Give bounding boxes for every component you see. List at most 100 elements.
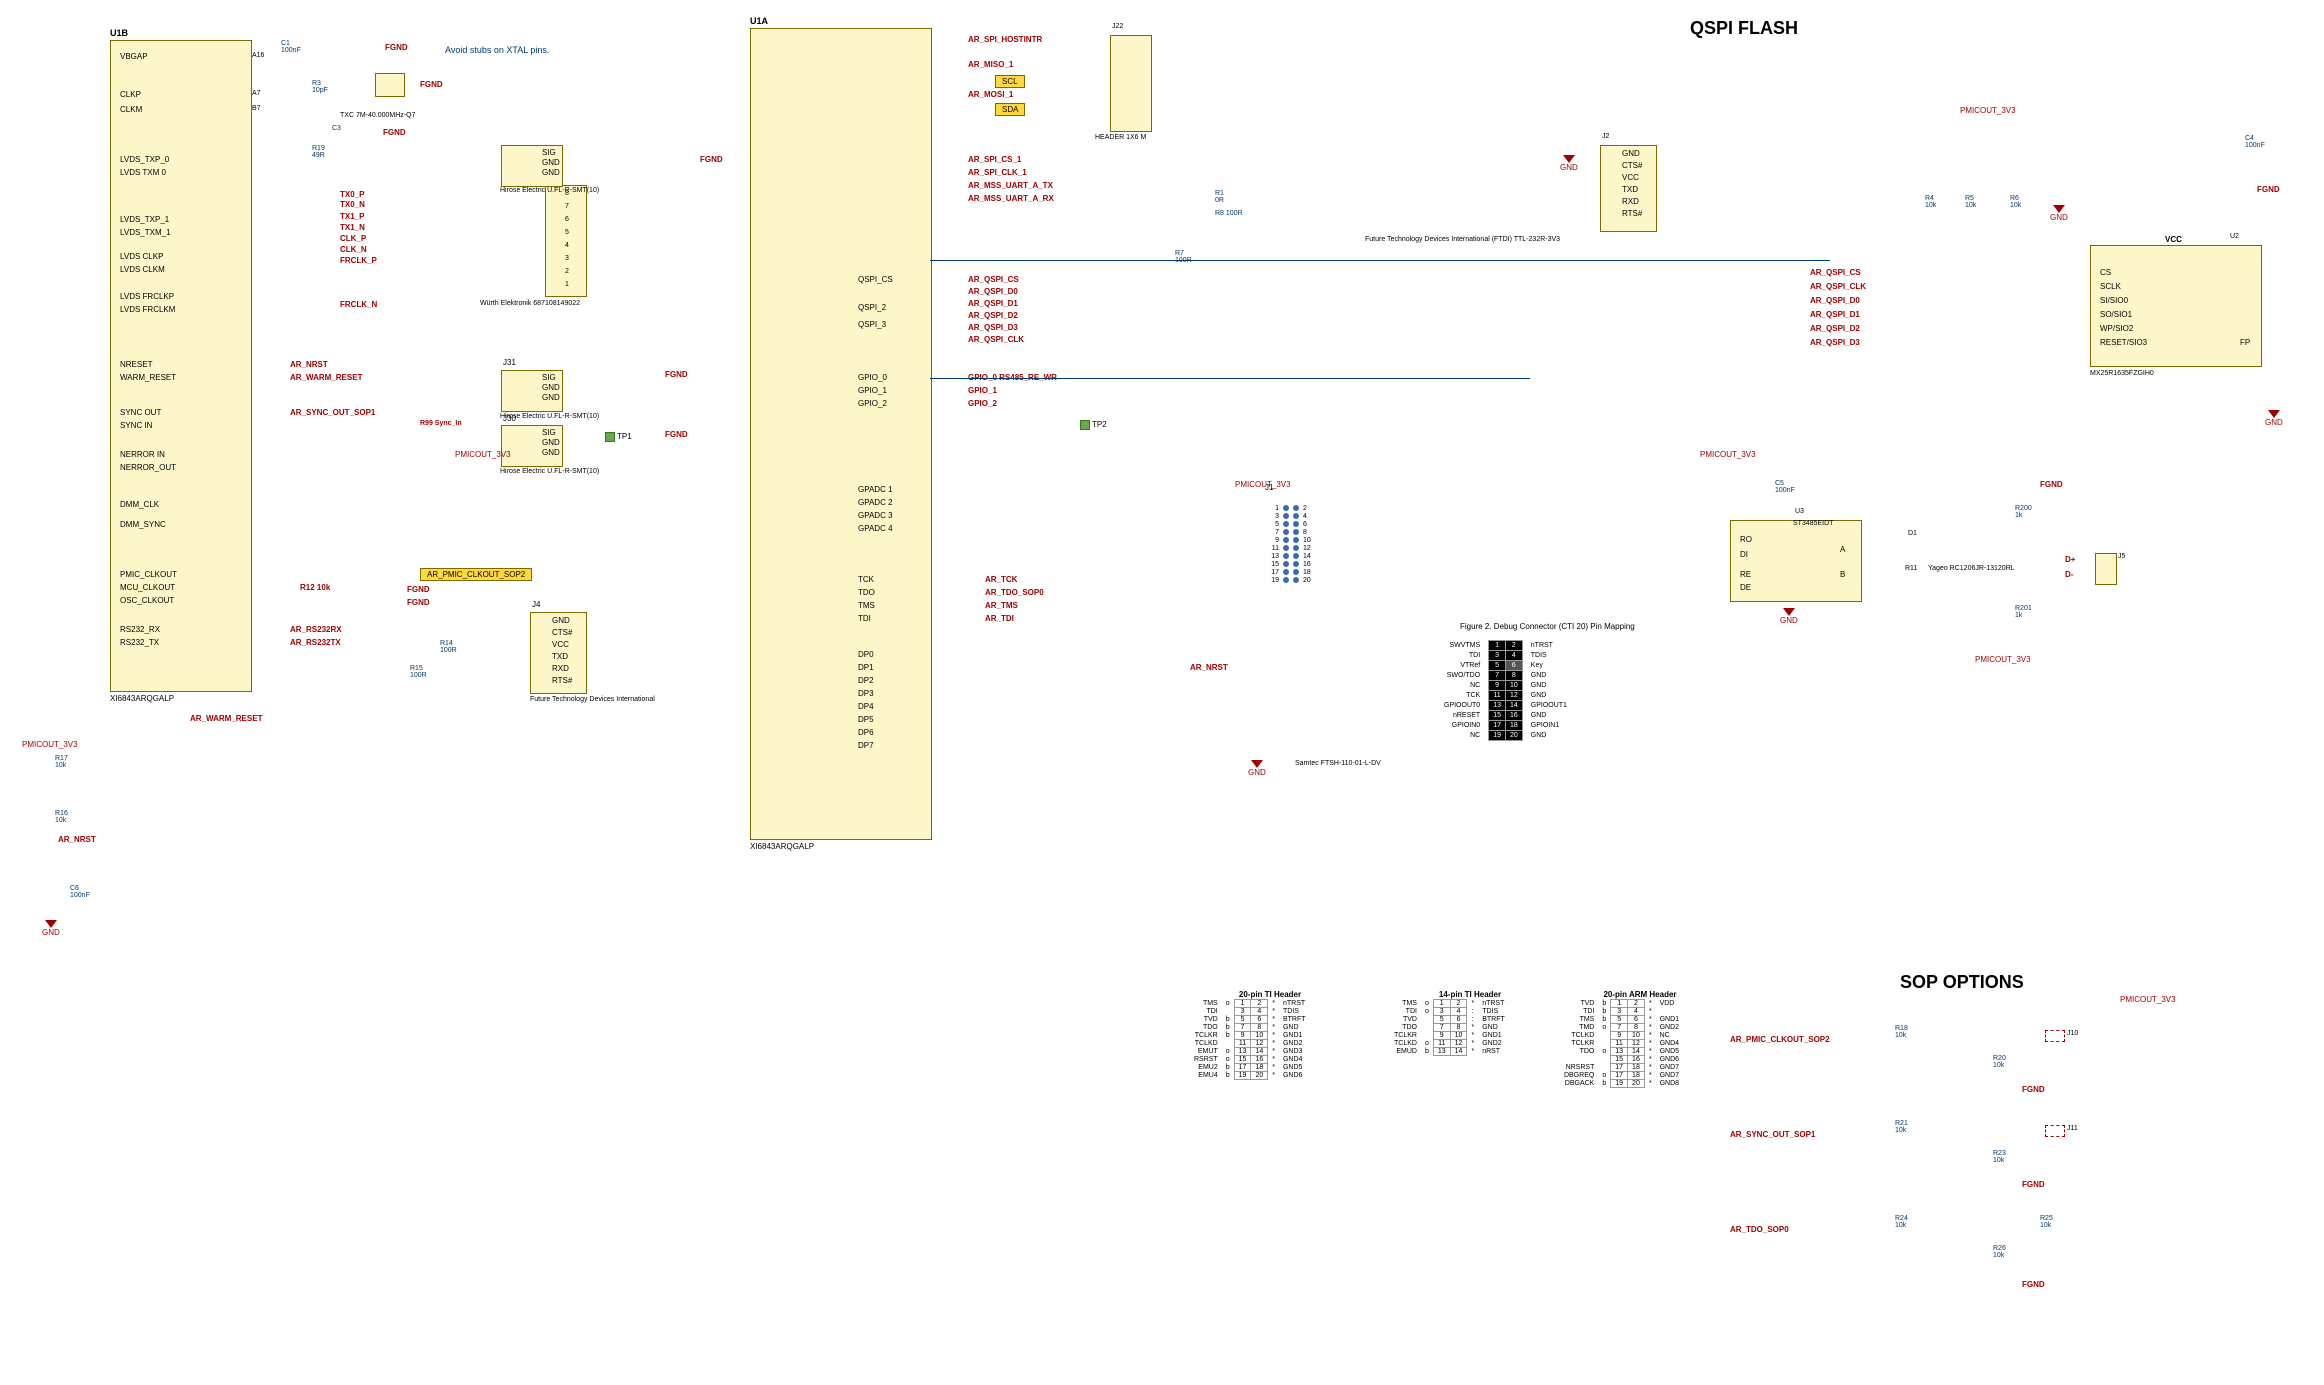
hdr-j4-ref: J4 bbox=[532, 600, 540, 609]
ufl-b-sig: SIG bbox=[542, 373, 556, 382]
pinmap-ti20-title: 20-pin TI Header bbox=[1190, 990, 1350, 999]
u1b-pin-lvdsclkm: LVDS CLKM bbox=[120, 265, 165, 274]
net-ar-warm: AR_WARM_RESET bbox=[290, 373, 362, 382]
cap-c6: C6100nF bbox=[70, 885, 90, 899]
res-r1: R10R bbox=[1215, 190, 1224, 204]
net-warm-reset2: AR_WARM_RESET bbox=[190, 714, 262, 723]
net-nrst: AR_NRST bbox=[1190, 663, 1228, 672]
net-frclkn: FRCLK_N bbox=[340, 300, 377, 309]
ufl-c-ref: J30 bbox=[503, 414, 516, 423]
sop-r20: R2010k bbox=[1993, 1055, 2006, 1069]
res-r14: R14100R bbox=[440, 640, 457, 654]
u1b-pin-nerrin: NERROR IN bbox=[120, 450, 165, 459]
net-qspi-cs: AR_QSPI_CS bbox=[968, 275, 1019, 284]
j4-part: Future Technology Devices International bbox=[530, 696, 655, 703]
net-miso: AR_MISO_1 bbox=[968, 60, 1013, 69]
net-tx0n: TX0_N bbox=[340, 200, 365, 209]
u1a-tck: TCK bbox=[858, 575, 874, 584]
xtal-part: TXC 7M-40.000MHz-Q7 bbox=[340, 112, 415, 119]
hdr-plvds-part: Würth Elektronik 687108149022 bbox=[480, 300, 580, 307]
u1b-pin-clkp: CLKP bbox=[120, 90, 141, 99]
net-dminus: D- bbox=[2065, 570, 2073, 579]
net-gpio1: GPIO_1 bbox=[968, 386, 997, 395]
ic-u1a bbox=[750, 28, 932, 840]
u1b-pin-lvdstxp1: LVDS_TXP_1 bbox=[120, 215, 169, 224]
ic-u1a-part: XI6843ARQGALP bbox=[750, 842, 814, 851]
sop-j10 bbox=[2045, 1030, 2065, 1042]
pwr-fgnd-uflc: FGND bbox=[665, 430, 688, 439]
net-r12: R12 10k bbox=[300, 583, 330, 592]
j2-ref: J2 bbox=[1602, 133, 1609, 140]
hdr-j5-ref: J5 bbox=[2118, 553, 2125, 560]
hdr-j1: J1 1234567891011121314151617181920 bbox=[1265, 495, 1335, 584]
sop-net0: AR_TDO_SOP0 bbox=[1730, 1225, 1789, 1234]
net-mosi: AR_MOSI_1 bbox=[968, 90, 1013, 99]
res-r19: R1949R bbox=[312, 145, 325, 159]
u1a-dp6: DP6 bbox=[858, 728, 874, 737]
u1a-dp1: DP1 bbox=[858, 663, 874, 672]
j1-row: 1920 bbox=[1265, 576, 1335, 584]
plvds-1: 1 bbox=[565, 281, 569, 288]
flash-part: MX25R1635FZGIH0 bbox=[2090, 370, 2154, 377]
flash-sio3: RESET/SIO3 bbox=[2100, 338, 2147, 347]
res-r5: R510k bbox=[1965, 195, 1976, 209]
net-qspi-d3: AR_QSPI_D3 bbox=[968, 323, 1018, 332]
u3-a: A bbox=[1840, 545, 1845, 554]
sop-r25: R2510k bbox=[2040, 1215, 2053, 1229]
j1-row: 12 bbox=[1265, 504, 1335, 512]
res-r200: R2001k bbox=[2015, 505, 2032, 519]
res-r7: R7100R bbox=[1175, 250, 1192, 264]
j2-cts: CTS# bbox=[1622, 161, 1642, 170]
u3-de: DE bbox=[1740, 583, 1751, 592]
cap-c4: C4100nF bbox=[2245, 135, 2265, 149]
ufl-a-gnd1: GND bbox=[542, 158, 560, 167]
j1-row: 56 bbox=[1265, 520, 1335, 528]
j1-row: 1516 bbox=[1265, 560, 1335, 568]
sop-j11 bbox=[2045, 1125, 2065, 1137]
plvds-3: 3 bbox=[565, 255, 569, 262]
net-clkn: CLK_N bbox=[340, 245, 367, 254]
pinmap-arm20: 20-pin ARM Header TVDb12*VDDTDIb34*TMSb5… bbox=[1560, 990, 1720, 1088]
net-spi-clk1: AR_SPI_CLK_1 bbox=[968, 168, 1027, 177]
net-gpio2: GPIO_2 bbox=[968, 399, 997, 408]
tp2-label: TP2 bbox=[1092, 420, 1107, 429]
j2-part: Future Technology Devices International … bbox=[1365, 236, 1560, 243]
u1a-qspi-2: QSPI_2 bbox=[858, 303, 886, 312]
net-sda: SDA bbox=[995, 103, 1025, 116]
sop-r24: R2410k bbox=[1895, 1215, 1908, 1229]
u1a-qspi-3: QSPI_3 bbox=[858, 320, 886, 329]
plvds-7: 7 bbox=[565, 203, 569, 210]
ufl-b-gnd1: GND bbox=[542, 383, 560, 392]
ic-flash bbox=[2090, 245, 2262, 367]
flnet-clk: AR_QSPI_CLK bbox=[1810, 282, 1866, 291]
pwr-fgnd-sop3: FGND bbox=[2022, 1280, 2045, 1289]
plvds-6: 6 bbox=[565, 216, 569, 223]
debug-conn-table: SWVTMS12nTRSTTDI34TDISVTRef56KeySWO/TDO7… bbox=[1440, 640, 1571, 741]
u1b-pin-oscclkout: OSC_CLKOUT bbox=[120, 596, 174, 605]
pwr-fgnd-3: FGND bbox=[407, 598, 430, 607]
pwr-pmic-u3: PMICOUT_3V3 bbox=[1700, 450, 1756, 459]
pwr-pmic-u3b: PMICOUT_3V3 bbox=[1975, 655, 2031, 664]
u1a-gpadc3: GPADC 3 bbox=[858, 511, 893, 520]
u1b-pin-no-a7: A7 bbox=[252, 90, 261, 97]
ufl-a-gnd2: GND bbox=[542, 168, 560, 177]
res-r16: R1610k bbox=[55, 810, 68, 824]
sop-r18: R1810k bbox=[1895, 1025, 1908, 1039]
pinmap-ti14-title: 14-pin TI Header bbox=[1390, 990, 1550, 999]
u1b-pin-no-a16: A16 bbox=[252, 52, 264, 59]
net-spi-cs1: AR_SPI_CS_1 bbox=[968, 155, 1021, 164]
ic-u1b-ref: U1B bbox=[110, 28, 128, 38]
j4-vcc: VCC bbox=[552, 640, 569, 649]
u1b-pin-rs232rx: RS232_RX bbox=[120, 625, 160, 634]
r11-ref: R11 bbox=[1905, 565, 1917, 572]
u1b-pin-dmmclk: DMM_CLK bbox=[120, 500, 159, 509]
j2-vcc: VCC bbox=[1622, 173, 1639, 182]
flnet-cs: AR_QSPI_CS bbox=[1810, 268, 1861, 277]
u1a-gpio1: GPIO_1 bbox=[858, 386, 887, 395]
note-avoid-stubs: Avoid stubs on XTAL pins. bbox=[445, 45, 549, 55]
pwr-pmic-3v3-a: PMICOUT_3V3 bbox=[455, 450, 511, 459]
testpoint-tp1 bbox=[605, 432, 615, 442]
u1a-dp4: DP4 bbox=[858, 702, 874, 711]
j1-row: 1314 bbox=[1265, 552, 1335, 560]
res-r17: R1710k bbox=[55, 755, 68, 769]
